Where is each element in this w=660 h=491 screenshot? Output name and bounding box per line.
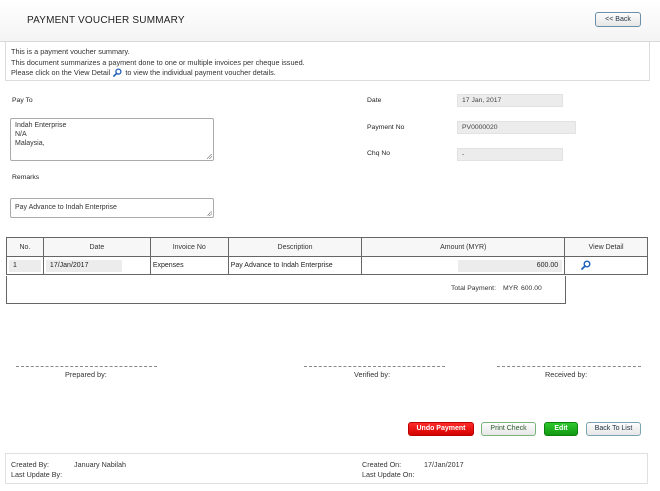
- invoice-table: No. Date Invoice No Description Amount (…: [6, 237, 648, 275]
- verified-by-label: Verified by:: [354, 370, 391, 379]
- payment-no-label: Payment No: [367, 124, 405, 131]
- created-on-value: 17/Jan/2017: [424, 460, 464, 469]
- audit-footer: Created By: January Nabilah Last Update …: [5, 453, 648, 484]
- created-by-value: January Nabilah: [74, 460, 126, 469]
- verified-signature-line: [304, 366, 445, 367]
- last-update-by-label: Last Update By:: [11, 470, 63, 479]
- last-update-on-label: Last Update On:: [362, 470, 415, 479]
- pay-to-label: Pay To: [12, 97, 33, 104]
- undo-payment-button[interactable]: Undo Payment: [408, 422, 474, 436]
- total-label: Total Payment:: [451, 285, 496, 292]
- magnifier-icon: [113, 68, 122, 77]
- resize-grip-icon[interactable]: [207, 211, 212, 216]
- received-by-label: Received by:: [545, 370, 588, 379]
- created-by-label: Created By:: [11, 460, 49, 469]
- col-date-header: Date: [42, 237, 151, 257]
- chq-no-label: Chq No: [367, 150, 391, 157]
- pay-to-textarea[interactable]: Indah Enterprise N/A Malaysia,: [10, 118, 214, 161]
- col-no-header: No.: [6, 237, 44, 257]
- row-date: 17/Jan/2017: [45, 259, 122, 272]
- total-row: Total Payment: MYR 600.00: [6, 276, 566, 304]
- row-invoice: Expenses: [149, 256, 229, 275]
- col-description-header: Description: [227, 237, 363, 257]
- col-view-header: View Detail: [564, 237, 648, 257]
- total-currency: MYR: [503, 285, 519, 292]
- resize-grip-icon[interactable]: [207, 154, 212, 159]
- info-line-3: Please click on the View Detail to view …: [11, 68, 276, 77]
- info-line-3-start: Please click on the View Detail: [11, 68, 111, 77]
- col-amount-header: Amount (MYR): [361, 237, 566, 257]
- pay-to-line-2: N/A: [15, 131, 27, 138]
- back-button[interactable]: << Back: [595, 12, 641, 27]
- view-detail-magnifier-icon[interactable]: [581, 260, 591, 270]
- remarks-textarea[interactable]: Pay Advance to Indah Enterprise: [10, 198, 214, 218]
- remarks-value: Pay Advance to Indah Enterprise: [15, 204, 117, 211]
- edit-button[interactable]: Edit: [544, 422, 578, 436]
- info-line-2: This document summarizes a payment done …: [11, 58, 305, 67]
- page-title: PAYMENT VOUCHER SUMMARY: [27, 15, 185, 26]
- date-field: 17 Jan, 2017: [457, 94, 563, 107]
- prepared-by-label: Prepared by:: [65, 370, 107, 379]
- received-signature-line: [497, 366, 641, 367]
- table-row: 1 17/Jan/2017 Expenses Pay Advance to In…: [6, 256, 648, 275]
- back-to-list-button[interactable]: Back To List: [586, 422, 641, 436]
- info-line-1: This is a payment voucher summary.: [11, 47, 130, 56]
- info-line-3-end: to view the individual payment voucher d…: [125, 68, 276, 77]
- payment-no-field: PV0000020: [457, 121, 576, 134]
- pay-to-line-1: Indah Enterprise: [15, 122, 67, 129]
- chq-no-field: -: [457, 148, 563, 161]
- info-box: This is a payment voucher summary. This …: [5, 42, 650, 81]
- date-label: Date: [367, 97, 382, 104]
- created-on-label: Created On:: [362, 460, 402, 469]
- row-description: Pay Advance to Indah Enterprise: [227, 256, 363, 275]
- row-amount: 600.00: [458, 259, 563, 272]
- pay-to-line-3: Malaysia,: [15, 140, 45, 147]
- remarks-label: Remarks: [12, 174, 40, 181]
- total-value: 600.00: [521, 285, 542, 292]
- print-check-button[interactable]: Print Check: [481, 422, 536, 436]
- col-invoice-header: Invoice No: [149, 237, 229, 257]
- row-no: 1: [9, 259, 41, 272]
- table-header-row: No. Date Invoice No Description Amount (…: [6, 237, 648, 257]
- prepared-signature-line: [16, 366, 157, 367]
